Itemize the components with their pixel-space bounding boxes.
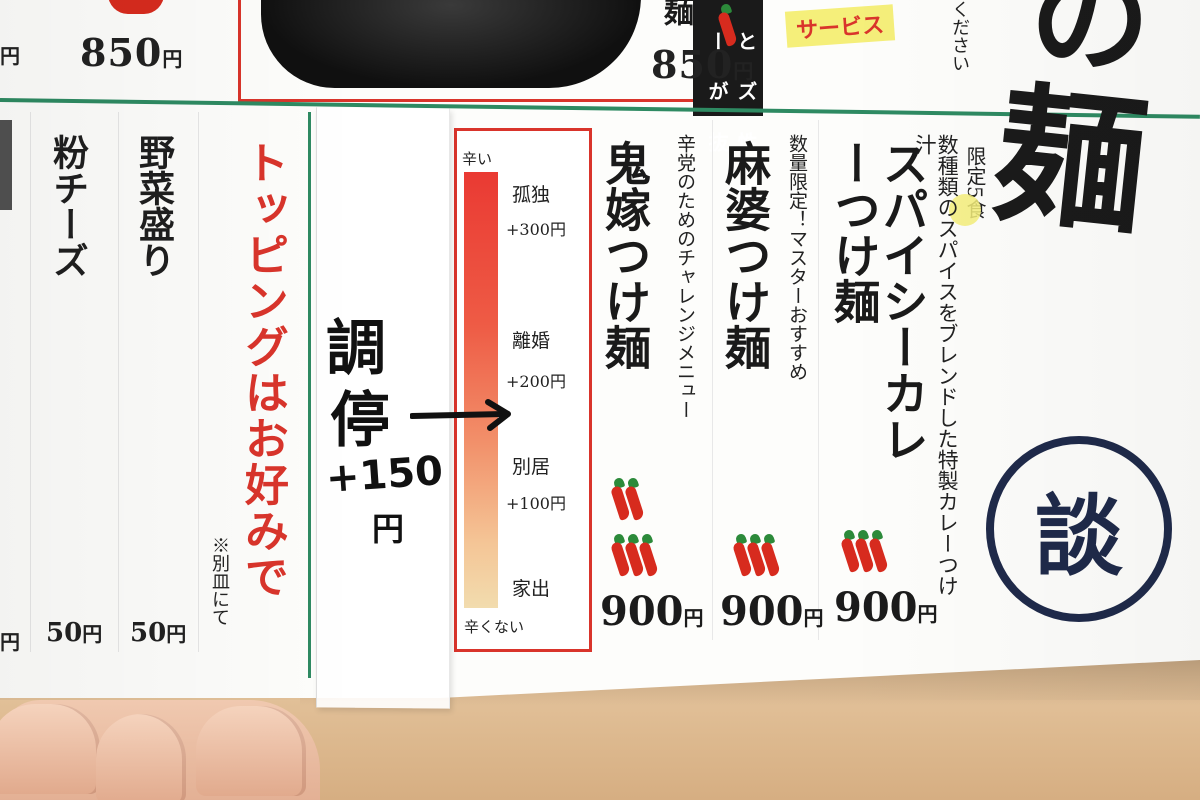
meter-level-price: +200円 xyxy=(506,372,566,391)
chili-icon xyxy=(760,532,781,578)
left-item-name-2: 野菜盛り xyxy=(133,134,175,278)
handwritten-word-2: 停 xyxy=(330,386,390,456)
item-price: 900円 xyxy=(600,588,704,635)
top-item-fragment: 麺 xyxy=(658,0,693,26)
left-item-name-1: 粉チーズ xyxy=(47,134,89,278)
meter-top-label: 辛い xyxy=(462,150,493,168)
item-chili-rating xyxy=(840,528,889,574)
seal-char: 談 xyxy=(1034,483,1123,588)
handwritten-arrow xyxy=(410,399,511,431)
finger xyxy=(0,704,100,794)
item-chili-rating xyxy=(732,532,781,578)
seal-circle: 談 xyxy=(986,436,1172,622)
meter-bottom-label: 辛くない xyxy=(464,618,525,636)
item-name: スパイシーカレーつけ麺 xyxy=(827,140,930,462)
item-chili-rating-2 xyxy=(610,532,659,578)
meter-level-price: +100円 xyxy=(506,494,566,513)
chili-icon xyxy=(624,476,645,522)
item-name: 鬼嫁つけ麺 xyxy=(598,140,652,370)
header-partial-char: の xyxy=(1030,0,1150,90)
item-description: 辛党のためのチャレンジメニュー xyxy=(673,134,696,419)
left-edge-item xyxy=(0,120,12,210)
left-item-price-2: 50円 xyxy=(130,618,187,648)
spice-meter-bar xyxy=(464,172,498,608)
item-chili-rating xyxy=(610,476,645,522)
header-char: 麺 xyxy=(987,65,1155,257)
meter-level-name: 孤独 xyxy=(512,184,551,206)
col-divider-2 xyxy=(818,120,819,640)
left-divider-1 xyxy=(30,112,31,652)
item-price: 900円 xyxy=(834,584,938,631)
chili-icon xyxy=(638,532,659,578)
topping-note: トッピングはお好みで xyxy=(237,140,288,600)
hand xyxy=(0,700,320,800)
meter-level-name: 離婚 xyxy=(512,330,551,352)
left-divider-2 xyxy=(118,112,119,652)
meter-level-name: 家出 xyxy=(512,578,551,600)
meter-level-name: 別居 xyxy=(512,456,551,478)
chili-icon xyxy=(868,528,889,574)
top-price-2: 850円 xyxy=(651,42,755,87)
service-badge: サービス xyxy=(784,4,896,48)
meter-level-price: +300円 xyxy=(506,220,566,239)
item-description: 数量限定！マスターおすすめ xyxy=(785,134,808,381)
photo-frame: ースとーズが性抜群 麺 850円 xyxy=(238,0,763,203)
col-divider-1 xyxy=(712,120,713,640)
left-item-price-1: 50円 xyxy=(46,618,103,648)
green-rule-vertical xyxy=(308,112,311,678)
left-divider-3 xyxy=(198,112,199,652)
top-price-1: 850円 xyxy=(80,30,184,75)
left-edge-price: 円 xyxy=(0,630,20,654)
handwritten-price: +150 xyxy=(324,447,445,503)
top-left-price: 円 xyxy=(0,44,20,68)
handwritten-yen: 円 xyxy=(372,510,405,548)
item-price: 900円 xyxy=(720,588,824,635)
menu-sheet: 円 850円 ースとーズが性抜群 麺 850円 サービス ください の 麺 談 … xyxy=(0,0,1200,698)
top-chili-1 xyxy=(108,0,164,14)
separate-plate-note: ※別皿にて xyxy=(209,536,230,626)
finger xyxy=(96,714,186,800)
note-fragment: ください xyxy=(949,0,970,72)
finger xyxy=(196,706,306,796)
bowl-photo xyxy=(261,0,641,88)
item-name: 麻婆つけ麺 xyxy=(718,140,772,370)
